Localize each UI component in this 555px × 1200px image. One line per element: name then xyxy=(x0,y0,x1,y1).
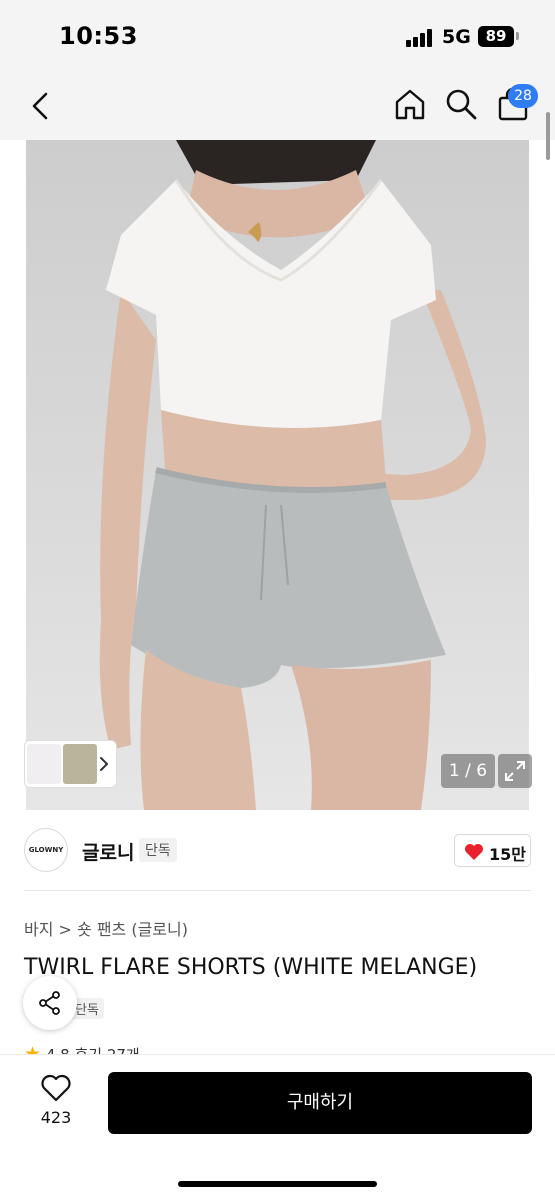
status-time: 10:53 xyxy=(59,22,138,50)
cart-badge: 28 xyxy=(508,84,538,108)
status-bar: 10:53 5G 89 xyxy=(0,0,555,72)
thumbnail-2[interactable] xyxy=(63,744,97,784)
brand-logo[interactable]: GLOWNY xyxy=(24,828,68,872)
signal-icon xyxy=(406,29,434,47)
back-icon[interactable] xyxy=(26,88,58,124)
like-button[interactable]: 15만 xyxy=(454,834,531,867)
exclusive-tag: 단독 xyxy=(139,838,177,862)
share-button[interactable] xyxy=(23,976,77,1030)
wish-count: 423 xyxy=(40,1108,72,1127)
heart-outline-icon[interactable] xyxy=(40,1074,72,1102)
chevron-right-icon[interactable] xyxy=(96,752,112,776)
search-icon[interactable] xyxy=(443,86,479,122)
heart-icon xyxy=(465,844,483,860)
battery-tip xyxy=(516,32,519,40)
home-icon[interactable] xyxy=(392,86,428,122)
expand-icon[interactable] xyxy=(498,754,532,788)
battery-icon: 89 xyxy=(478,26,514,47)
like-count: 15만 xyxy=(489,845,526,864)
product-title: TWIRL FLARE SHORTS (WHITE MELANGE) xyxy=(24,955,478,980)
brand-name[interactable]: 글로니 xyxy=(82,838,134,865)
scrollbar[interactable] xyxy=(546,112,550,160)
home-indicator xyxy=(178,1181,377,1187)
buy-button[interactable]: 구매하기 xyxy=(108,1072,532,1134)
divider xyxy=(24,890,531,891)
product-image[interactable] xyxy=(26,140,529,810)
share-icon xyxy=(39,991,60,1015)
thumbnail-1[interactable] xyxy=(27,744,61,784)
nav-bar xyxy=(0,72,555,140)
breadcrumb[interactable]: 바지 > 숏 팬츠 (글로니) xyxy=(24,916,188,940)
network-label: 5G xyxy=(442,26,471,48)
page-counter: 1 / 6 xyxy=(441,754,495,788)
product-photo-illustration xyxy=(99,140,486,810)
